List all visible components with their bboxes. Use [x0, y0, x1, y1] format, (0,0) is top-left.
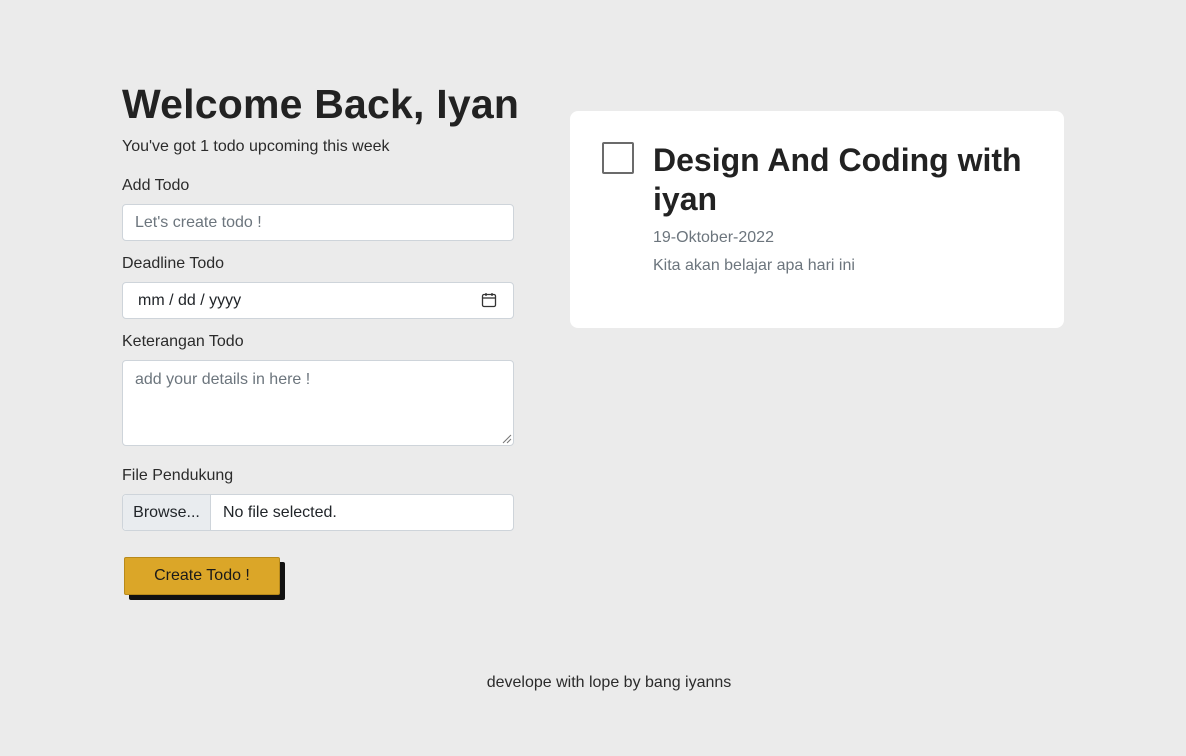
page-title: Welcome Back, Iyan: [122, 81, 520, 127]
add-todo-input[interactable]: [122, 204, 514, 241]
deadline-date-input[interactable]: mm / dd / yyyy: [122, 282, 514, 319]
add-todo-label: Add Todo: [122, 177, 190, 194]
todo-form: Add Todo Deadline Todo mm / dd / yyyy Ke…: [122, 157, 514, 595]
calendar-icon[interactable]: [481, 292, 497, 308]
deadline-date-placeholder: mm / dd / yyyy: [138, 292, 242, 309]
file-status-text: No file selected.: [223, 504, 337, 521]
footer-credit: develope with lope by bang iyanns: [486, 674, 732, 691]
keterangan-textarea[interactable]: [122, 360, 514, 446]
file-input[interactable]: Browse... No file selected.: [122, 494, 514, 531]
todo-card: Design And Coding with iyan 19-Oktober-2…: [570, 111, 1064, 328]
keterangan-label: Keterangan Todo: [122, 333, 244, 350]
browse-button[interactable]: Browse...: [123, 495, 211, 530]
todo-form-section: Welcome Back, Iyan You've got 1 todo upc…: [122, 80, 520, 595]
page-subtitle: You've got 1 todo upcoming this week: [122, 138, 390, 155]
todo-title: Design And Coding with iyan: [653, 142, 1022, 217]
todo-date: 19-Oktober-2022: [653, 229, 774, 246]
keterangan-wrapper: [122, 360, 514, 446]
page: Welcome Back, Iyan You've got 1 todo upc…: [0, 0, 1186, 756]
file-label: File Pendukung: [122, 467, 234, 484]
resize-handle-icon[interactable]: [502, 434, 512, 444]
create-todo-button[interactable]: Create Todo !: [124, 557, 280, 595]
todo-checkbox[interactable]: [602, 142, 634, 174]
deadline-label: Deadline Todo: [122, 255, 225, 272]
todo-description: Kita akan belajar apa hari ini: [653, 257, 855, 274]
